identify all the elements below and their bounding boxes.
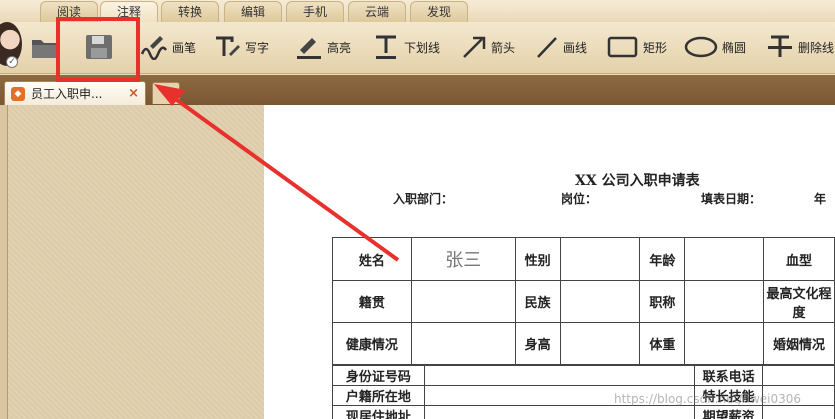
menu-tab-convert[interactable]: 转换 — [161, 1, 219, 22]
salary-label: 期望薪资 — [694, 405, 764, 419]
ellipse-label: 椭圆 — [722, 40, 747, 55]
blood-type-label: 血型 — [763, 237, 835, 281]
ethnicity-label: 民族 — [514, 280, 561, 323]
gender-value — [559, 237, 641, 281]
phone-label: 联系电话 — [694, 365, 764, 386]
underline-label: 下划线 — [404, 40, 441, 55]
rectangle-button[interactable]: 矩形 — [607, 30, 667, 64]
text-icon — [216, 36, 240, 56]
rectangle-label: 矩形 — [643, 40, 668, 55]
weight-label: 体重 — [639, 322, 686, 365]
document-tab-label: 员工入职申... — [31, 87, 103, 101]
age-label: 年龄 — [639, 237, 686, 281]
salary-value — [762, 405, 835, 419]
ethnicity-value — [559, 280, 641, 323]
name-label: 姓名 — [332, 237, 412, 281]
gender-label: 性别 — [514, 237, 561, 281]
menu-tab-discover[interactable]: 发现 — [410, 1, 468, 22]
date-label: 填表日期： — [701, 192, 762, 206]
text-button[interactable]: 写字 — [213, 30, 269, 64]
application-form-table: 姓名 张三 性别 年龄 血型 籍贯 民族 职称 最高文化程度 健康情况 身高 体… — [332, 237, 835, 365]
age-value — [684, 237, 765, 281]
address-label: 现居住地址 — [332, 405, 425, 419]
arrow-label: 箭头 — [491, 40, 516, 55]
line-icon — [537, 37, 557, 58]
professional-title-value — [684, 280, 765, 323]
origin-value — [410, 280, 516, 323]
strikethrough-icon — [768, 35, 792, 57]
id-number-label: 身份证号码 — [332, 365, 425, 386]
menu-tab-edit[interactable]: 编辑 — [224, 1, 282, 22]
height-label: 身高 — [514, 322, 561, 365]
pen-label: 画笔 — [172, 40, 197, 55]
close-icon[interactable]: × — [128, 86, 139, 101]
strikethrough-label: 删除线 — [798, 40, 835, 55]
health-label: 健康情况 — [332, 322, 412, 365]
pen-icon — [140, 36, 168, 60]
origin-label: 籍贯 — [332, 280, 412, 323]
id-number-value — [423, 365, 696, 386]
underline-button[interactable]: 下划线 — [372, 30, 440, 64]
watermark: https://blog.csdn.net/dwei0306 — [614, 392, 802, 406]
left-sidebar[interactable] — [0, 105, 8, 419]
weight-value — [684, 322, 765, 365]
phone-value — [762, 365, 835, 386]
ellipse-icon — [684, 36, 718, 58]
education-label: 最高文化程度 — [763, 280, 835, 323]
ellipse-button[interactable]: 椭圆 — [684, 30, 746, 64]
new-tab-button[interactable] — [152, 82, 180, 104]
pen-button[interactable]: 画笔 — [140, 30, 196, 64]
height-value — [559, 322, 641, 365]
underline-icon — [376, 35, 396, 59]
strikethrough-button[interactable]: 删除线 — [766, 30, 834, 64]
department-label: 入职部门： — [393, 192, 454, 206]
annotation-highlight-box — [56, 17, 140, 82]
health-value — [410, 322, 516, 365]
checkmark-icon: ✓ — [6, 56, 18, 68]
text-label: 写字 — [245, 40, 270, 55]
year-label: 年 — [814, 192, 827, 206]
highlight-label: 高亮 — [327, 40, 352, 55]
arrow-icon — [463, 36, 486, 58]
document-title: XX 公司入职申请表 — [575, 173, 700, 189]
highlight-icon — [297, 38, 321, 59]
line-button[interactable]: 画线 — [535, 30, 587, 64]
hukou-label: 户籍所在地 — [332, 385, 425, 406]
position-label: 岗位： — [561, 192, 598, 206]
highlight-button[interactable]: 高亮 — [295, 30, 351, 64]
menu-tab-cloud[interactable]: 云端 — [348, 1, 406, 22]
menu-tab-mobile[interactable]: 手机 — [286, 1, 344, 22]
professional-title-label: 职称 — [639, 280, 686, 323]
rectangle-icon — [607, 36, 638, 58]
line-label: 画线 — [563, 40, 588, 55]
name-value: 张三 — [410, 237, 516, 281]
document-tab[interactable]: ◆ 员工入职申... × — [4, 81, 146, 105]
arrow-tool-button[interactable]: 箭头 — [461, 30, 515, 64]
pdf-document-icon: ◆ — [11, 86, 25, 101]
marital-status-label: 婚姻情况 — [763, 322, 835, 365]
address-value — [423, 405, 696, 419]
